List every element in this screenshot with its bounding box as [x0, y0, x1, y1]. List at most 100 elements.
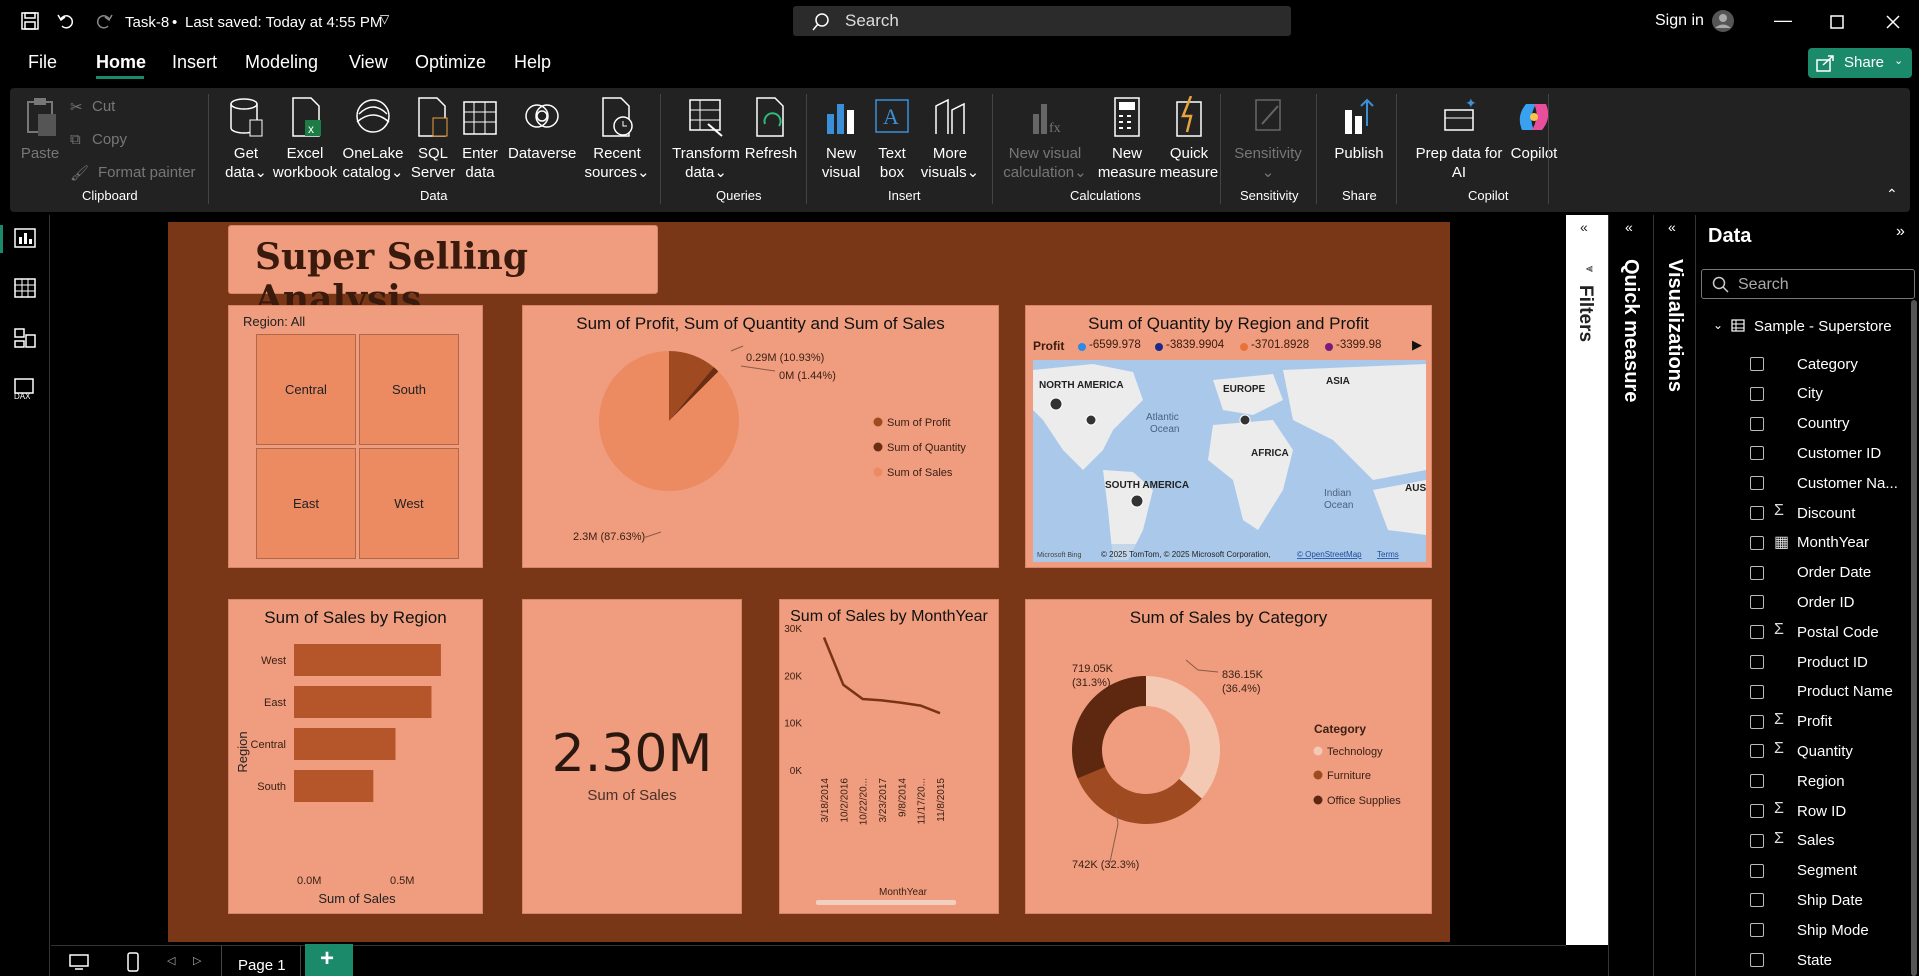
field-checkbox[interactable]: [1750, 416, 1764, 431]
data-search-input[interactable]: Search: [1701, 269, 1915, 299]
field-segment[interactable]: Segment: [1797, 860, 1857, 882]
chevron-left-icon[interactable]: «: [1625, 219, 1633, 235]
sign-in-link[interactable]: Sign in: [1655, 12, 1704, 30]
quick-measure-button[interactable]: Quick measure: [1158, 96, 1220, 182]
search-box[interactable]: Search: [793, 6, 1291, 36]
field-ship-mode[interactable]: Ship Mode: [1797, 919, 1869, 941]
tab-view[interactable]: View: [349, 52, 388, 73]
field-checkbox[interactable]: [1750, 595, 1764, 610]
tab-insert[interactable]: Insert: [172, 52, 217, 73]
copilot-button[interactable]: Copilot: [1502, 96, 1566, 163]
maximize-icon[interactable]: [1830, 15, 1844, 29]
field-country[interactable]: Country: [1797, 413, 1850, 435]
field-customer-na-[interactable]: Customer Na...: [1797, 472, 1898, 494]
field-sales[interactable]: Sales: [1797, 830, 1835, 852]
field-region[interactable]: Region: [1797, 770, 1845, 792]
sales-line[interactable]: [822, 636, 941, 715]
collapse-ribbon-icon[interactable]: ⌃: [1886, 186, 1898, 203]
chevron-left-icon[interactable]: «: [1580, 219, 1588, 235]
scroll-bar[interactable]: [1911, 300, 1917, 976]
collapse-pane-icon[interactable]: »: [1896, 223, 1905, 241]
region-tile-south[interactable]: South: [359, 334, 459, 445]
field-checkbox[interactable]: [1750, 953, 1764, 967]
new-measure-button[interactable]: New measure: [1096, 96, 1158, 182]
field-discount[interactable]: Discount: [1797, 502, 1855, 524]
field-profit[interactable]: Profit: [1797, 711, 1832, 733]
cut-button[interactable]: Cut: [92, 98, 115, 115]
sql-server-button[interactable]: SQL Server: [410, 96, 456, 182]
chevron-down-icon[interactable]: ▽: [380, 12, 389, 26]
field-postal-code[interactable]: Postal Code: [1797, 621, 1879, 643]
field-row-id[interactable]: Row ID: [1797, 800, 1846, 822]
field-checkbox[interactable]: [1750, 625, 1764, 640]
donut-chart-card[interactable]: Sum of Sales by Category 836.15K (36.4%)…: [1025, 599, 1432, 914]
filters-pane[interactable]: « ⫷ Filters: [1566, 215, 1608, 945]
tab-page-1[interactable]: Page 1: [221, 946, 301, 976]
region-tile-central[interactable]: Central: [256, 334, 356, 445]
field-checkbox[interactable]: [1750, 833, 1764, 848]
bar-central[interactable]: [294, 728, 396, 760]
save-icon[interactable]: [20, 11, 40, 31]
excel-workbook-button[interactable]: x Excel workbook: [272, 96, 338, 182]
legend-next-icon[interactable]: ▶: [1412, 337, 1422, 353]
map-bubble[interactable]: [1049, 397, 1063, 411]
tab-modeling[interactable]: Modeling: [245, 52, 318, 73]
copy-button[interactable]: Copy: [92, 131, 127, 148]
field-checkbox[interactable]: [1750, 714, 1764, 729]
field-checkbox[interactable]: [1750, 893, 1764, 908]
region-tile-east[interactable]: East: [256, 448, 356, 559]
world-map[interactable]: NORTH AMERICA EUROPE ASIA Atlantic Ocean…: [1033, 360, 1426, 562]
line-chart-card[interactable]: Sum of Sales by MonthYear 0K 10K 20K 30K 3/1…: [779, 599, 999, 914]
more-visuals-button[interactable]: More visuals⌄: [920, 96, 980, 182]
field-order-id[interactable]: Order ID: [1797, 591, 1855, 613]
field-checkbox[interactable]: [1750, 655, 1764, 669]
enter-data-button[interactable]: Enter data: [458, 96, 502, 182]
map-card[interactable]: Sum of Quantity by Region and Profit Pro…: [1025, 305, 1432, 568]
chevron-down-icon[interactable]: ⌄: [1713, 318, 1723, 332]
report-view-icon[interactable]: [13, 227, 37, 249]
paste-button[interactable]: Paste: [20, 96, 60, 163]
kpi-card[interactable]: 2.30M Sum of Sales: [522, 599, 742, 914]
field-checkbox[interactable]: [1750, 476, 1764, 491]
close-icon[interactable]: [1886, 15, 1900, 29]
field-state[interactable]: State: [1797, 949, 1832, 971]
next-page-icon[interactable]: ▷: [193, 954, 201, 967]
transform-data-button[interactable]: Transform data⌄: [670, 96, 742, 182]
add-page-button[interactable]: +: [305, 944, 353, 976]
text-box-button[interactable]: A Text box: [870, 96, 914, 182]
field-checkbox[interactable]: [1750, 386, 1764, 401]
donut-slice-office-supplies[interactable]: [1072, 676, 1146, 779]
field-order-date[interactable]: Order Date: [1797, 562, 1871, 584]
undo-icon[interactable]: [56, 11, 76, 31]
field-customer-id[interactable]: Customer ID: [1797, 442, 1881, 464]
pie-slice-sum-of-sales[interactable]: [599, 351, 739, 491]
field-quantity[interactable]: Quantity: [1797, 740, 1853, 762]
field-monthyear[interactable]: MonthYear: [1797, 532, 1869, 554]
minimize-icon[interactable]: —: [1774, 10, 1792, 31]
bar-west[interactable]: [294, 644, 441, 676]
bar-south[interactable]: [294, 770, 374, 802]
bar-chart-card[interactable]: Sum of Sales by Region West East Central So…: [228, 599, 483, 914]
sensitivity-button[interactable]: Sensitivity ⌄: [1226, 96, 1310, 182]
pie-chart-card[interactable]: Sum of Profit, Sum of Quantity and Sum o…: [522, 305, 999, 568]
field-checkbox[interactable]: [1750, 565, 1764, 580]
bar-east[interactable]: [294, 686, 432, 718]
recent-sources-button[interactable]: Recent sources⌄: [584, 96, 650, 182]
previous-page-icon[interactable]: ◁: [167, 954, 175, 967]
field-checkbox[interactable]: [1750, 744, 1764, 759]
new-visual-button[interactable]: New visual: [818, 96, 864, 182]
dax-query-view-icon[interactable]: DAX: [13, 377, 37, 399]
chevron-left-icon[interactable]: «: [1668, 219, 1676, 235]
format-painter-button[interactable]: Format painter: [98, 164, 196, 181]
new-visual-calculation-button[interactable]: fx New visual calculation⌄: [1000, 96, 1090, 182]
table-view-icon[interactable]: [13, 277, 37, 299]
onelake-catalog-button[interactable]: OneLake catalog⌄: [340, 96, 406, 182]
field-category[interactable]: Category: [1797, 353, 1858, 375]
field-city[interactable]: City: [1797, 383, 1823, 405]
publish-button[interactable]: Publish: [1326, 96, 1392, 163]
map-bubble[interactable]: [1239, 414, 1251, 426]
field-checkbox[interactable]: [1750, 774, 1764, 789]
field-checkbox[interactable]: [1750, 804, 1764, 818]
tab-optimize[interactable]: Optimize: [415, 52, 486, 73]
field-checkbox[interactable]: [1750, 446, 1764, 461]
